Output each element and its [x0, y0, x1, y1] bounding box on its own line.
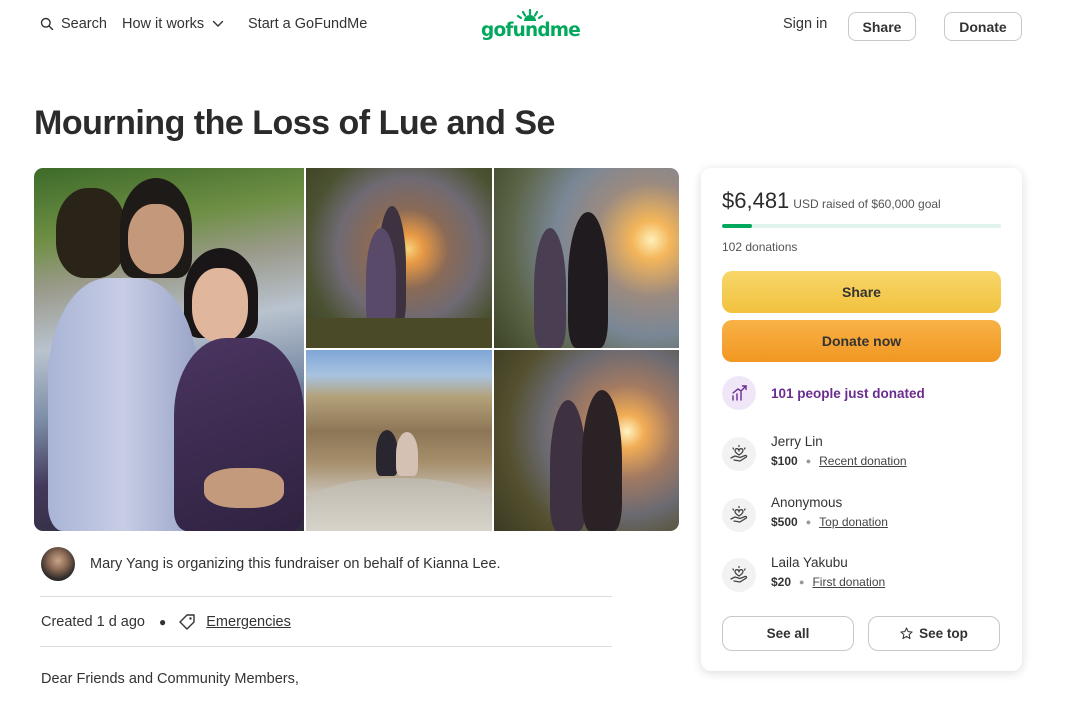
raised-goal-text: USD raised of $60,000 goal [793, 197, 941, 211]
star-icon [900, 627, 913, 640]
campaign-title: Mourning the Loss of Lue and Se [34, 104, 555, 142]
search-link[interactable]: Search [40, 16, 107, 32]
sign-in-link[interactable]: Sign in [783, 16, 827, 32]
donor-item: Laila Yakubu $20 ● First donation [722, 555, 885, 592]
raised-summary: $6,481 USD raised of $60,000 goal [722, 188, 941, 214]
separator-dot: ● [805, 517, 812, 527]
organizer-avatar[interactable] [41, 547, 75, 581]
header-share-button[interactable]: Share [848, 12, 916, 41]
raised-amount: $6,481 [722, 188, 790, 213]
top-nav: Search How it works Start a GoFundMe gof… [0, 0, 1080, 54]
created-text: Created 1 d ago [41, 614, 145, 630]
divider [40, 596, 612, 597]
tag-icon [178, 613, 196, 631]
donation-card: $6,481 USD raised of $60,000 goal 102 do… [701, 168, 1022, 671]
donor-name: Anonymous [771, 495, 843, 510]
donor-amount: $500 [771, 515, 798, 529]
heart-hand-icon [722, 558, 756, 592]
heart-hands-photo[interactable] [494, 350, 679, 531]
sunset-photo-2[interactable] [494, 168, 679, 348]
category-link[interactable]: Emergencies [206, 614, 291, 630]
top-donation-link[interactable]: Top donation [819, 515, 888, 529]
logo-text: gofundme [481, 20, 581, 41]
trending-donations: 101 people just donated [722, 376, 925, 410]
recent-donation-link[interactable]: Recent donation [819, 454, 906, 468]
donor-name: Jerry Lin [771, 434, 823, 449]
header-donate-button[interactable]: Donate [944, 12, 1022, 41]
progress-bar [722, 224, 1001, 228]
story-first-line: Dear Friends and Community Members, [41, 671, 299, 687]
donor-item: Jerry Lin $100 ● Recent donation [722, 434, 907, 471]
main-couple-photo[interactable] [34, 168, 304, 531]
donor-amount: $100 [771, 454, 798, 468]
trending-text: 101 people just donated [771, 385, 925, 401]
divider [40, 646, 612, 647]
photo-gallery [34, 168, 679, 531]
separator-dot: ● [805, 456, 812, 466]
how-it-works-menu[interactable]: How it works [122, 16, 224, 32]
campaign-meta: Created 1 d ago ● Emergencies [41, 613, 291, 631]
gofundme-logo[interactable]: gofundme [481, 8, 581, 44]
donor-amount: $20 [771, 575, 792, 589]
search-icon [40, 17, 54, 31]
chevron-down-icon [212, 20, 224, 28]
how-it-works-label: How it works [122, 16, 205, 32]
organizer-text: Mary Yang is organizing this fundraiser … [90, 556, 501, 572]
heart-hand-icon [722, 437, 756, 471]
see-all-button[interactable]: See all [722, 616, 854, 651]
see-top-label: See top [919, 626, 968, 641]
progress-fill [722, 224, 753, 228]
donate-now-button[interactable]: Donate now [722, 320, 1001, 362]
start-gofundme-link[interactable]: Start a GoFundMe [248, 16, 367, 32]
sunset-photo-1[interactable] [306, 168, 492, 348]
search-label: Search [61, 16, 107, 32]
donor-item: Anonymous $500 ● Top donation [722, 495, 888, 532]
see-top-button[interactable]: See top [868, 616, 1000, 651]
hillside-photo[interactable] [306, 350, 492, 531]
heart-hand-icon [722, 498, 756, 532]
share-button[interactable]: Share [722, 271, 1001, 313]
donor-name: Laila Yakubu [771, 555, 848, 570]
separator-dot: ● [159, 615, 167, 629]
trending-up-icon [722, 376, 756, 410]
first-donation-link[interactable]: First donation [812, 575, 885, 589]
separator-dot: ● [799, 577, 805, 587]
donation-count: 102 donations [722, 240, 798, 254]
